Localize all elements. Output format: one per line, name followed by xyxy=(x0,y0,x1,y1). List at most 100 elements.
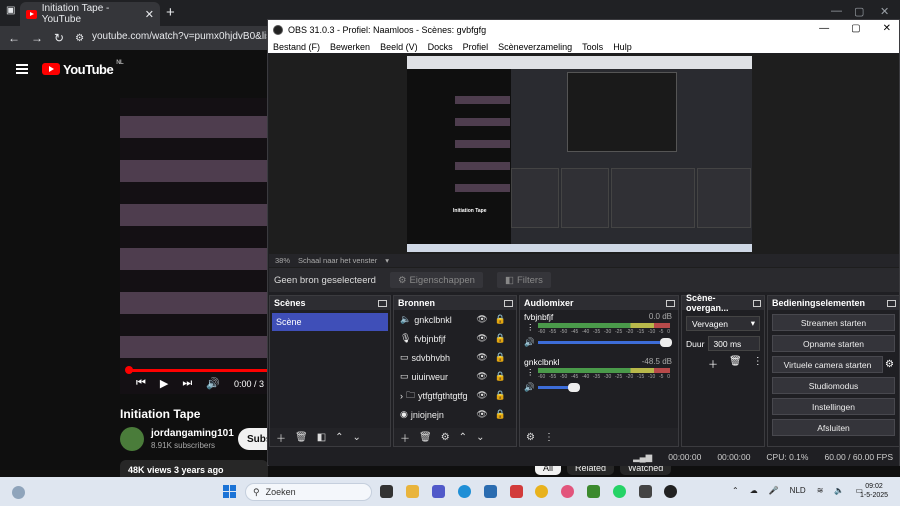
browser-tab-youtube[interactable]: Initiation Tape - YouTube ✕ xyxy=(20,2,160,26)
scale-mode-dropdown[interactable]: Schaal naar het venster xyxy=(298,256,377,265)
obs-close-icon[interactable]: ✕ xyxy=(883,23,891,34)
more-options-icon[interactable]: ⋮ xyxy=(544,432,554,443)
volume-slider[interactable] xyxy=(538,341,670,344)
channel-name[interactable]: jordangaming101 xyxy=(151,428,234,439)
move-down-icon[interactable]: ⌄ xyxy=(476,432,484,443)
obs-minimize-icon[interactable]: — xyxy=(819,23,829,34)
channel-avatar[interactable] xyxy=(120,427,144,451)
menu-icon[interactable] xyxy=(16,64,28,74)
menu-scene-collection[interactable]: Scèneverzameling xyxy=(498,42,572,52)
eye-icon[interactable]: 👁 xyxy=(476,333,487,344)
studio-mode-button[interactable]: Studiomodus xyxy=(772,377,895,394)
undock-icon[interactable] xyxy=(378,299,387,307)
settings-button[interactable]: Instellingen xyxy=(772,398,895,415)
obs-maximize-icon[interactable]: ▢ xyxy=(851,23,860,34)
teams-icon[interactable] xyxy=(432,485,445,498)
add-icon[interactable]: ＋ xyxy=(276,430,286,445)
store-icon[interactable] xyxy=(484,485,497,498)
menu-profile[interactable]: Profiel xyxy=(463,42,489,52)
progress-scrubber[interactable] xyxy=(125,366,133,374)
cloud-icon[interactable]: ☁ xyxy=(750,486,758,495)
eye-icon[interactable]: 👁 xyxy=(476,409,487,420)
wifi-icon[interactable]: ≋ xyxy=(817,486,824,495)
preview-canvas[interactable]: Initiation Tape xyxy=(269,54,899,268)
obs-taskbar-icon[interactable] xyxy=(664,485,677,498)
eye-icon[interactable]: 👁 xyxy=(476,352,487,363)
menu-docks[interactable]: Docks xyxy=(428,42,453,52)
lock-icon[interactable]: 🔒 xyxy=(495,390,506,401)
chrome-icon[interactable] xyxy=(535,485,548,498)
maximize-icon[interactable]: ▢ xyxy=(854,5,864,18)
source-item[interactable]: 🔈 gnkclbnkl 👁 🔒 xyxy=(394,310,516,329)
source-item[interactable]: › 🗀 ytfgtfgthtgtfg 👁 🔒 xyxy=(394,386,516,405)
new-tab-icon[interactable]: + xyxy=(166,4,175,21)
eye-icon[interactable]: 👁 xyxy=(476,371,487,382)
whatsapp-icon[interactable] xyxy=(613,485,626,498)
move-up-icon[interactable]: ⌃ xyxy=(459,432,467,443)
speaker-icon[interactable]: 🔊 xyxy=(524,382,535,393)
volume-icon[interactable]: 🔊 xyxy=(206,377,220,390)
source-item[interactable]: ▭ uiuirweur 👁 🔒 xyxy=(394,367,516,386)
more-options-icon[interactable]: ⋮ xyxy=(526,322,535,333)
start-icon[interactable] xyxy=(223,485,236,498)
move-up-icon[interactable]: ⌃ xyxy=(335,432,343,443)
gear-icon[interactable]: ⚙ xyxy=(885,359,894,370)
speaker-icon[interactable]: 🔊 xyxy=(524,337,535,348)
lock-icon[interactable]: 🔒 xyxy=(495,352,506,363)
more-options-icon[interactable]: ⋮ xyxy=(753,356,763,371)
trash-icon[interactable]: 🗑 xyxy=(729,356,742,371)
minecraft-icon[interactable] xyxy=(587,485,600,498)
video-player[interactable] xyxy=(120,98,268,394)
reload-icon[interactable]: ↻ xyxy=(54,31,64,45)
filters-button[interactable]: ◧ Filters xyxy=(496,272,551,288)
video-progress-bar[interactable] xyxy=(128,369,268,372)
youtube-logo[interactable]: YouTube NL xyxy=(42,60,124,77)
clock[interactable]: 09:02 1-5-2025 xyxy=(860,482,888,500)
play-icon[interactable]: ▶ xyxy=(160,377,168,390)
site-info-icon[interactable]: ⚙ xyxy=(75,33,84,44)
edge-icon[interactable] xyxy=(458,485,471,498)
source-item[interactable]: ◉ jniojnejn 👁 🔒 xyxy=(394,405,516,424)
menu-tools[interactable]: Tools xyxy=(582,42,603,52)
back-icon[interactable]: ← xyxy=(8,31,20,45)
terminal-icon[interactable] xyxy=(639,485,652,498)
mic-icon[interactable]: 🎤 xyxy=(769,486,779,495)
language-indicator[interactable]: NLD xyxy=(790,486,806,495)
file-explorer-icon[interactable] xyxy=(406,485,419,498)
start-recording-button[interactable]: Opname starten xyxy=(772,335,895,352)
eye-icon[interactable]: 👁 xyxy=(476,314,487,325)
undock-icon[interactable] xyxy=(504,299,513,307)
close-window-icon[interactable]: ✕ xyxy=(880,5,889,18)
menu-view[interactable]: Beeld (V) xyxy=(380,42,418,52)
trash-icon[interactable]: 🗑 xyxy=(295,432,308,443)
chevron-down-icon[interactable]: ▾ xyxy=(385,256,389,265)
menu-file[interactable]: Bestand (F) xyxy=(273,42,320,52)
volume-icon[interactable]: 🔈 xyxy=(834,486,844,495)
menu-help[interactable]: Hulp xyxy=(613,42,632,52)
chevron-up-icon[interactable]: ⌃ xyxy=(732,486,739,495)
gear-icon[interactable]: ⚙ xyxy=(526,432,535,443)
task-view-icon[interactable] xyxy=(380,485,393,498)
exit-button[interactable]: Afsluiten xyxy=(772,419,895,436)
source-item[interactable]: ▭ sdvbhvbh 👁 🔒 xyxy=(394,348,516,367)
start-virtual-camera-button[interactable]: Virtuele camera starten xyxy=(772,356,884,373)
previous-icon[interactable]: ⏮ xyxy=(136,377,146,390)
lock-icon[interactable]: 🔒 xyxy=(495,314,506,325)
volume-slider-handle[interactable] xyxy=(660,338,672,347)
minimize-icon[interactable]: — xyxy=(831,5,842,17)
weather-icon[interactable] xyxy=(12,486,25,499)
eye-icon[interactable]: 👁 xyxy=(476,390,487,401)
properties-button[interactable]: ⚙ Eigenschappen xyxy=(389,272,483,288)
scene-list-item[interactable]: Scène xyxy=(272,313,388,331)
next-icon[interactable]: ⏭ xyxy=(182,377,192,390)
more-options-icon[interactable]: ⋮ xyxy=(526,367,535,378)
forward-icon[interactable]: → xyxy=(31,31,43,45)
add-icon[interactable]: ＋ xyxy=(400,430,410,445)
menu-edit[interactable]: Bewerken xyxy=(330,42,370,52)
taskbar-search[interactable]: ⚲ Zoeken xyxy=(245,483,372,501)
close-tab-icon[interactable]: ✕ xyxy=(145,8,154,21)
expand-chevron-icon[interactable]: › xyxy=(400,391,403,401)
tab-list-icon[interactable]: ▣ xyxy=(6,5,15,16)
undock-icon[interactable] xyxy=(666,299,675,307)
lock-icon[interactable]: 🔒 xyxy=(495,333,506,344)
